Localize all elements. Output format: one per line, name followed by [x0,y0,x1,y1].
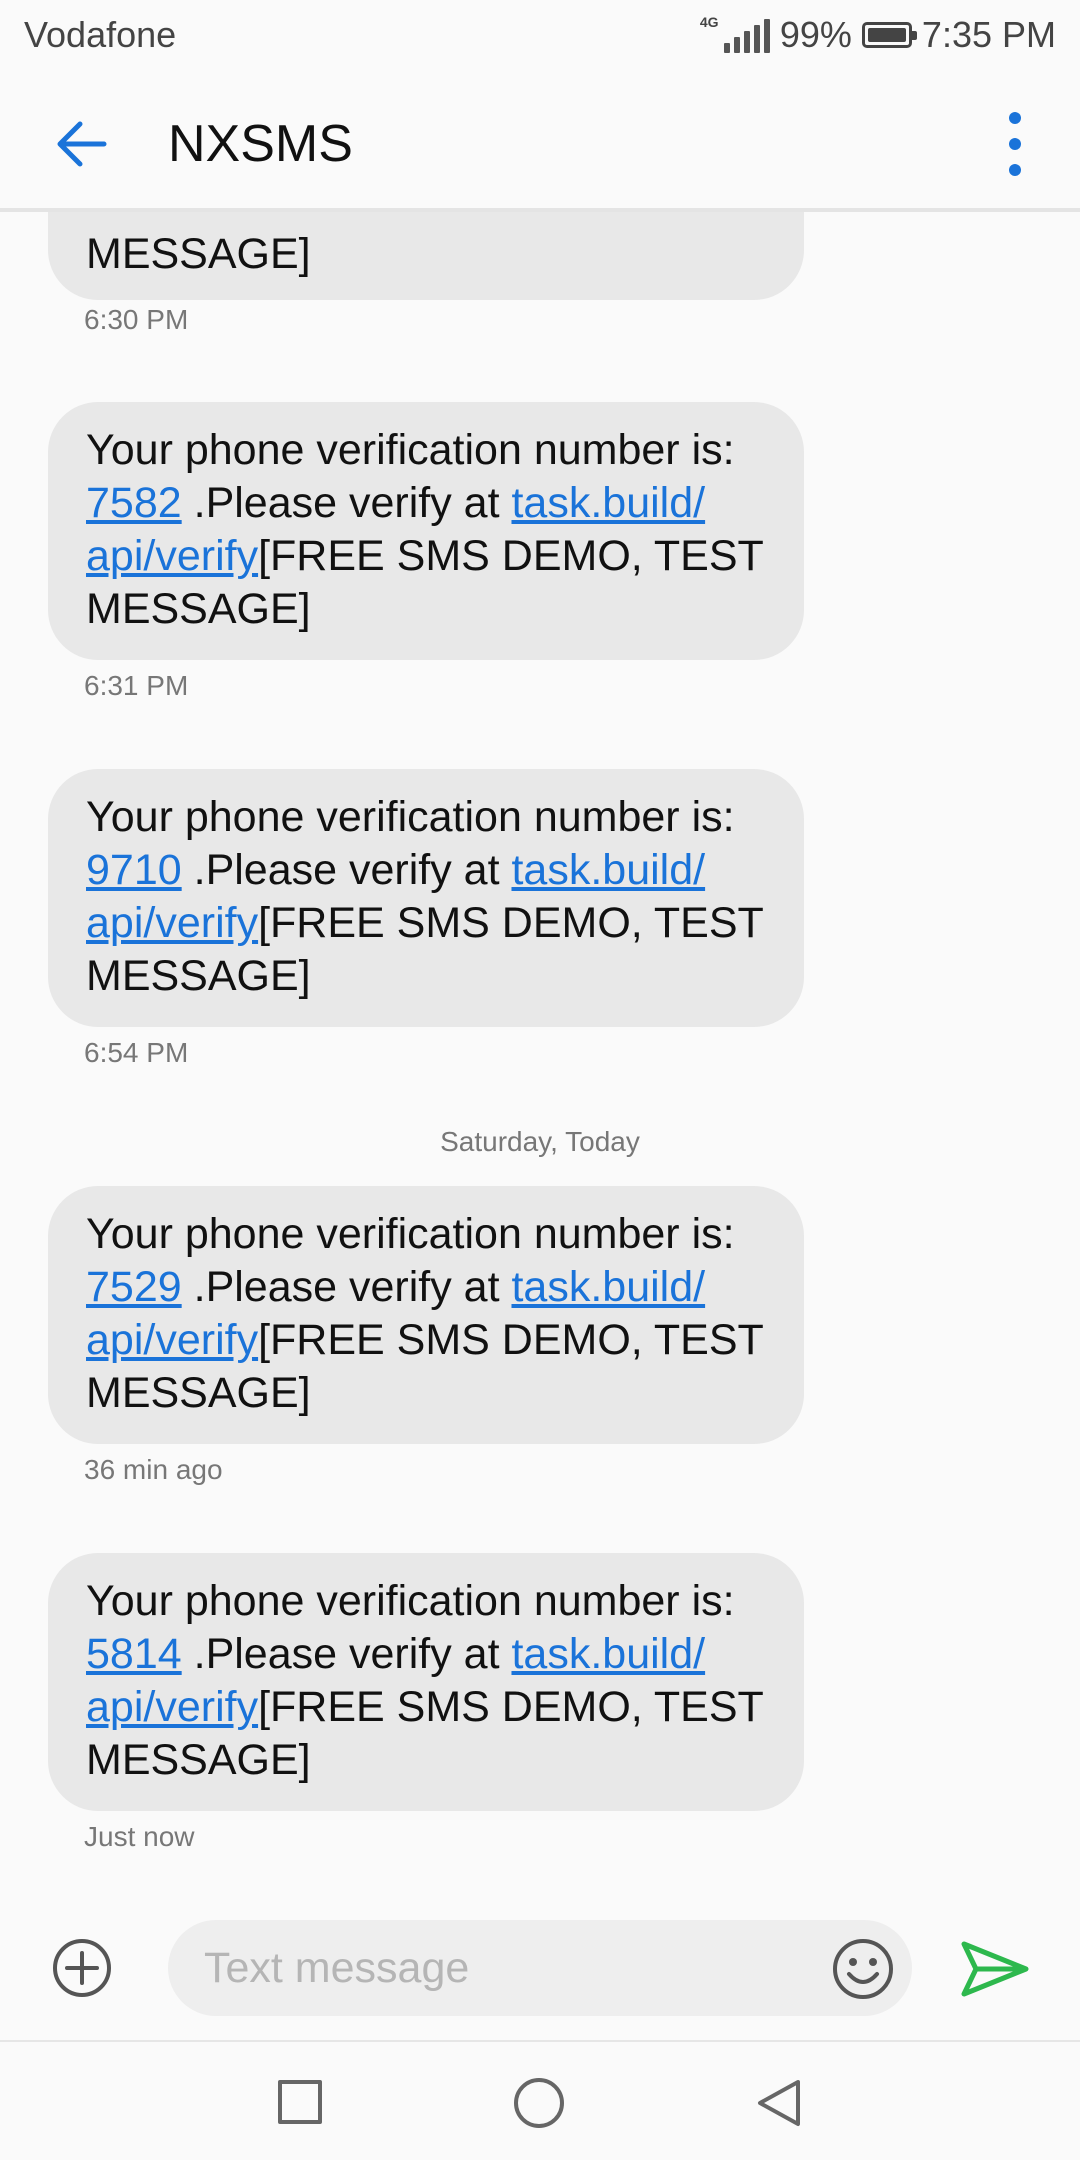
signal-icon: 4G [699,14,770,53]
message-text: .Please verify at [181,1263,512,1311]
message-time: 6:30 PM [84,304,189,335]
verify-url-link[interactable]: api/verify [86,899,258,947]
verification-code-link[interactable]: 5814 [86,1630,182,1678]
message-text: .Please verify at [181,479,512,527]
verification-code-link[interactable]: 9710 [86,846,182,894]
message-bubble[interactable]: MESSAGE] [48,212,804,300]
carrier-name: Vodafone [24,14,177,55]
recent-apps-button[interactable] [278,2080,322,2124]
clock: 7:35 PM [921,14,1056,55]
send-button[interactable] [960,1940,1030,1998]
message-text: .Please verify at [181,846,512,894]
verify-url-link[interactable]: task.build/ [511,846,705,894]
message-text: Your phone verification number is: [86,1210,735,1258]
battery-icon [861,22,917,48]
more-vert-icon [1009,112,1021,176]
more-options-button[interactable] [980,106,1050,182]
date-divider: Saturday, Today [440,1126,640,1157]
app-bar: NXSMS [0,74,1080,212]
message-time: 6:31 PM [84,670,189,701]
arrow-left-icon [57,121,107,167]
send-icon [961,1941,1029,1997]
emoji-button[interactable] [832,1938,894,2000]
system-nav-bar [0,2040,1080,2160]
verification-code-link[interactable]: 7582 [86,479,182,527]
conversation-title: NXSMS [168,115,353,173]
message-bubble[interactable]: Your phone verification number is: 7529 … [48,1186,804,1444]
verify-url-link[interactable]: api/verify [86,532,258,580]
smiley-icon [833,1939,893,1999]
status-indicators: 4G 99% 7:35 PM [700,14,1056,56]
system-back-button[interactable] [756,2078,802,2128]
message-text: .Please verify at [181,1630,512,1678]
message-text: Your phone verification number is: [86,426,735,474]
status-bar: Vodafone 4G 99% 7:35 PM [0,0,1080,74]
message-time: Just now [84,1821,195,1852]
plus-circle-icon [53,1939,111,1997]
battery-percent: 99% [779,14,852,55]
verify-url-link[interactable]: task.build/ [511,1263,705,1311]
message-list[interactable]: MESSAGE] 6:30 PM Your phone verification… [0,212,1080,1902]
message-text: MESSAGE] [86,230,311,278]
message-text: Your phone verification number is: [86,793,735,841]
back-button[interactable] [42,104,122,184]
message-bubble[interactable]: Your phone verification number is: 5814 … [48,1553,804,1811]
verify-url-link[interactable]: api/verify [86,1683,258,1731]
verification-code-link[interactable]: 7529 [86,1263,182,1311]
message-bubble[interactable]: Your phone verification number is: 7582 … [48,402,804,660]
triangle-back-icon [758,2080,800,2126]
message-time: 36 min ago [84,1454,223,1485]
verify-url-link[interactable]: api/verify [86,1316,258,1364]
verify-url-link[interactable]: task.build/ [511,479,705,527]
message-bubble[interactable]: Your phone verification number is: 9710 … [48,769,804,1027]
message-time: 6:54 PM [84,1037,189,1068]
network-type: 4G [699,14,719,30]
add-attachment-button[interactable] [52,1938,112,1998]
home-button[interactable] [514,2078,564,2128]
verify-url-link[interactable]: task.build/ [511,1630,705,1678]
compose-bar [0,1902,1080,2034]
message-input[interactable] [168,1920,912,2016]
message-text: Your phone verification number is: [86,1577,735,1625]
